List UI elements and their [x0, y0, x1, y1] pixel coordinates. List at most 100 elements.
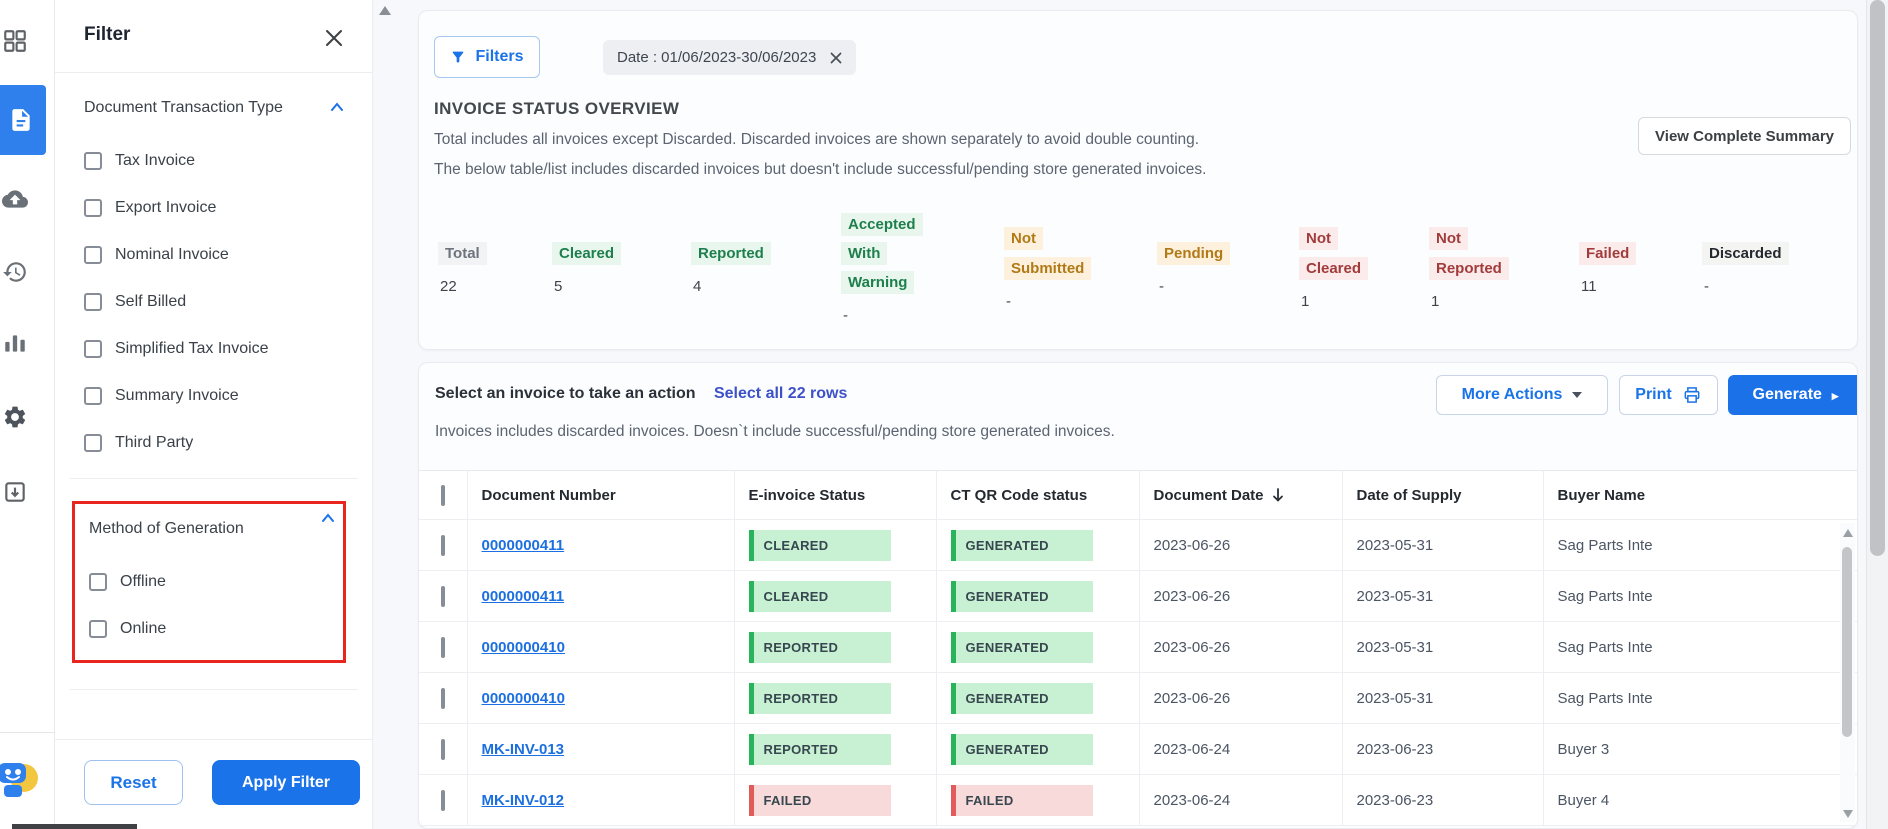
- document-number-cell: 0000000410: [467, 672, 735, 724]
- filter-option-third-party[interactable]: Third Party: [84, 434, 358, 452]
- column-header-document-date[interactable]: Document Date: [1139, 470, 1343, 520]
- reset-button[interactable]: Reset: [84, 760, 183, 805]
- column-header-label: E-invoice Status: [748, 486, 866, 504]
- chevron-up-icon[interactable]: [321, 512, 335, 523]
- column-header-date-of-supply[interactable]: Date of Supply: [1342, 470, 1544, 520]
- status-not-submitted: Not Submitted -: [1004, 224, 1157, 310]
- column-header-label: Date of Supply: [1356, 486, 1462, 504]
- checkbox-export-invoice[interactable]: [84, 199, 102, 217]
- buyer-name-cell: Sag Parts Inte: [1543, 621, 1857, 673]
- dashboard-icon[interactable]: [2, 28, 28, 54]
- checkbox-self-billed[interactable]: [84, 293, 102, 311]
- close-icon[interactable]: [323, 27, 345, 49]
- filter-section-title: Document Transaction Type: [84, 99, 283, 116]
- more-actions-label: More Actions: [1461, 386, 1563, 403]
- status-label: Accepted With Warning: [841, 212, 923, 295]
- chatbot-mascot-icon[interactable]: [0, 753, 40, 803]
- history-icon[interactable]: [2, 259, 28, 285]
- status-discarded: Discarded -: [1702, 239, 1812, 295]
- filters-button[interactable]: Filters: [434, 36, 540, 78]
- filter-option-export-invoice[interactable]: Export Invoice: [84, 199, 358, 217]
- status-label: Not Cleared: [1299, 227, 1369, 280]
- row-checkbox-cell: [419, 774, 468, 826]
- print-button[interactable]: Print: [1619, 375, 1718, 415]
- status-label: Pending: [1157, 241, 1231, 265]
- status-label-wrap: Pending: [1157, 239, 1231, 268]
- chip-close-icon[interactable]: [830, 52, 842, 64]
- overview-title: INVOICE STATUS OVERVIEW: [434, 99, 680, 118]
- checkbox-summary-invoice[interactable]: [84, 387, 102, 405]
- column-header-document-number[interactable]: Document Number: [467, 470, 735, 520]
- e-invoice-status-badge: REPORTED: [748, 631, 891, 663]
- status-value: 1: [1301, 292, 1310, 310]
- bar-chart-icon[interactable]: [2, 330, 28, 356]
- checkbox-online[interactable]: [89, 620, 107, 638]
- filter-option-self-billed[interactable]: Self Billed: [84, 293, 358, 311]
- apply-filter-button[interactable]: Apply Filter: [212, 760, 360, 805]
- document-number-link[interactable]: MK-INV-012: [482, 792, 565, 809]
- buyer-name-cell: Buyer 4: [1543, 774, 1857, 826]
- scroll-up-arrow[interactable]: [1843, 529, 1853, 537]
- sort-descending-icon[interactable]: [1271, 487, 1285, 503]
- overview-description-line1: Total includes all invoices except Disca…: [434, 131, 1200, 148]
- archive-icon[interactable]: [2, 479, 28, 505]
- panel-scrollbar-up-arrow[interactable]: [379, 6, 391, 15]
- document-number-link[interactable]: MK-INV-013: [482, 741, 565, 758]
- filter-option-summary-invoice[interactable]: Summary Invoice: [84, 387, 358, 405]
- status-label-wrap: Not Cleared: [1299, 224, 1391, 283]
- select-all-rows-link[interactable]: Select all 22 rows: [714, 385, 847, 402]
- document-number-link[interactable]: 0000000411: [482, 537, 565, 554]
- select-all-checkbox[interactable]: [440, 484, 445, 506]
- row-checkbox[interactable]: [440, 687, 445, 709]
- page-scrollbar[interactable]: [1866, 0, 1888, 829]
- filter-panel: Filter Document Transaction Type Tax Invo…: [55, 0, 373, 829]
- document-number-link[interactable]: 0000000410: [482, 690, 565, 707]
- e-invoice-status-badge: CLEARED: [748, 529, 891, 561]
- checkbox-offline[interactable]: [89, 573, 107, 591]
- filter-option-online[interactable]: Online: [89, 620, 343, 638]
- filter-section-method-of-generation-highlighted: Method of Generation Offline Online: [72, 501, 346, 663]
- horizontal-scrollbar-thumb[interactable]: [12, 824, 137, 829]
- view-complete-summary-button[interactable]: View Complete Summary: [1638, 117, 1851, 155]
- invoice-table-card: Select an invoice to take an action Sele…: [418, 362, 1858, 829]
- date-filter-chip[interactable]: Date : 01/06/2023-30/06/2023: [603, 40, 857, 75]
- column-header-label: Document Date: [1153, 486, 1264, 504]
- checkbox-nominal-invoice[interactable]: [84, 246, 102, 264]
- page-scrollbar-thumb[interactable]: [1870, 0, 1885, 556]
- cloud-upload-icon[interactable]: [2, 186, 28, 212]
- row-checkbox[interactable]: [440, 585, 445, 607]
- row-checkbox[interactable]: [440, 738, 445, 760]
- table-row: 0000000411 CLEARED GENERATED 2023-06-26 2023…: [419, 570, 1857, 622]
- sidebar-item-documents[interactable]: [0, 85, 46, 155]
- table-scrollbar[interactable]: [1840, 523, 1855, 822]
- table-scrollbar-thumb[interactable]: [1842, 547, 1852, 737]
- row-checkbox[interactable]: [440, 789, 445, 811]
- column-header-ct-qr-code-status[interactable]: CT QR Code status: [936, 470, 1140, 520]
- generate-button[interactable]: Generate ▸: [1728, 375, 1857, 415]
- chevron-up-icon[interactable]: [330, 101, 344, 112]
- document-number-link[interactable]: 0000000410: [482, 639, 565, 656]
- filter-option-offline[interactable]: Offline: [89, 573, 343, 591]
- row-checkbox[interactable]: [440, 534, 445, 556]
- scroll-down-arrow[interactable]: [1843, 810, 1853, 818]
- status-failed: Failed 11: [1579, 239, 1702, 295]
- table-row: 0000000411 CLEARED GENERATED 2023-06-26 2023…: [419, 519, 1857, 571]
- column-header-buyer-name[interactable]: Buyer Name: [1543, 470, 1857, 520]
- filter-panel-header: Filter: [55, 0, 372, 73]
- row-checkbox-cell: [419, 621, 468, 673]
- checkbox-third-party[interactable]: [84, 434, 102, 452]
- filter-divider: [70, 689, 358, 690]
- checkbox-simplified-tax-invoice[interactable]: [84, 340, 102, 358]
- filter-option-nominal-invoice[interactable]: Nominal Invoice: [84, 246, 358, 264]
- document-number-link[interactable]: 0000000411: [482, 588, 565, 605]
- filter-option-simplified-tax-invoice[interactable]: Simplified Tax Invoice: [84, 340, 358, 358]
- filter-option-tax-invoice[interactable]: Tax Invoice: [84, 152, 358, 170]
- column-header-e-invoice-status[interactable]: E-invoice Status: [734, 470, 937, 520]
- more-actions-button[interactable]: More Actions: [1436, 375, 1608, 415]
- filter-panel-footer: Reset Apply Filter: [55, 739, 372, 829]
- checkbox-tax-invoice[interactable]: [84, 152, 102, 170]
- row-checkbox[interactable]: [440, 636, 445, 658]
- rail-divider: [0, 732, 55, 733]
- settings-gear-icon[interactable]: [2, 404, 28, 430]
- status-total: Total 22: [438, 239, 552, 295]
